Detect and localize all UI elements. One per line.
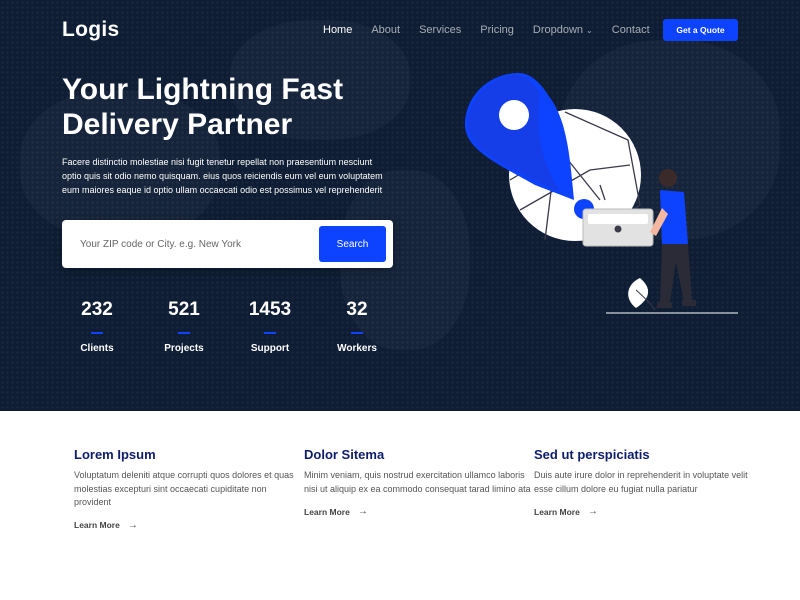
arrow-right-icon: → [587,506,598,517]
stat-value: 232 [81,299,113,320]
person-shoe [682,300,696,306]
search-button[interactable]: Search [319,226,386,262]
stat-label: Clients [80,343,114,354]
learn-more-label: Learn More [534,506,580,517]
arrow-right-icon: → [357,506,368,517]
main-nav: Home About Services Pricing Dropdown ⌄ Co… [323,24,669,36]
stat-value: 32 [346,299,368,320]
feature-text: Voluptatum deleniti atque corrupti quos … [74,470,294,507]
zip-city-input[interactable] [72,230,312,258]
nav-about[interactable]: About [371,24,400,36]
learn-more-link[interactable]: Learn More → [74,520,138,531]
package-tag [614,225,622,233]
feature-card: Lorem Ipsum Voluptatum deleniti atque co… [74,447,304,533]
pin-hole [499,100,529,130]
stat-projects: 521 Projects [149,299,219,355]
learn-more-label: Learn More [74,520,120,530]
hero-description: Facere distinctio molestiae nisi fugit t… [62,157,383,195]
stat-value: 521 [168,299,200,320]
package-label [588,214,648,224]
hero-title: Your Lightning Fast Delivery Partner [62,72,422,142]
hero-section: Logis Home About Services Pricing Dropdo… [0,0,800,411]
delivery-illustration [465,73,738,314]
stat-label: Workers [337,343,377,354]
stat-clients: 232 Clients [62,299,132,355]
nav-dropdown-label: Dropdown [532,24,584,36]
nav-dropdown[interactable]: Dropdown ⌄ [533,24,593,36]
stat-value: 1453 [248,299,292,320]
stat-label: Support [250,343,290,354]
hero-title-line-1: Your Lightning Fast [62,73,344,106]
stat-divider [178,332,190,334]
person-shoe [656,302,672,308]
hero-title-line-2: Delivery Partner [62,108,293,141]
nav-contact[interactable]: Contact [612,24,650,36]
learn-more-link[interactable]: Learn More → [534,506,598,517]
feature-title: Sed ut perspiciatis [534,447,650,462]
arrow-right-icon: → [127,519,138,531]
feature-title: Dolor Sitema [304,447,385,462]
feature-title: Lorem Ipsum [74,447,156,462]
stat-label: Projects [164,343,204,354]
stat-divider [91,332,103,334]
logo[interactable]: Logis [62,18,120,42]
search-form: Search [62,220,393,268]
learn-more-link[interactable]: Learn More → [304,506,368,517]
feature-card: Dolor Sitema Minim veniam, quis nostrud … [304,447,534,520]
stat-support: 1453 Support [235,299,305,355]
nav-services[interactable]: Services [419,24,461,36]
person-legs [660,244,692,302]
chevron-down-icon: ⌄ [586,26,593,35]
stat-divider [351,332,363,334]
stat-workers: 32 Workers [322,299,392,355]
nav-home[interactable]: Home [323,24,352,36]
person-head [659,169,677,187]
plant-leaf [628,278,649,308]
feature-text: Duis aute irure dolor in reprehenderit i… [534,470,748,494]
learn-more-label: Learn More [304,506,350,517]
nav-pricing[interactable]: Pricing [480,24,514,36]
feature-card: Sed ut perspiciatis Duis aute irure dolo… [534,447,764,520]
feature-text: Minim veniam, quis nostrud exercitation … [304,470,531,494]
get-quote-button[interactable]: Get a Quote [663,19,738,41]
stat-divider [264,332,276,334]
